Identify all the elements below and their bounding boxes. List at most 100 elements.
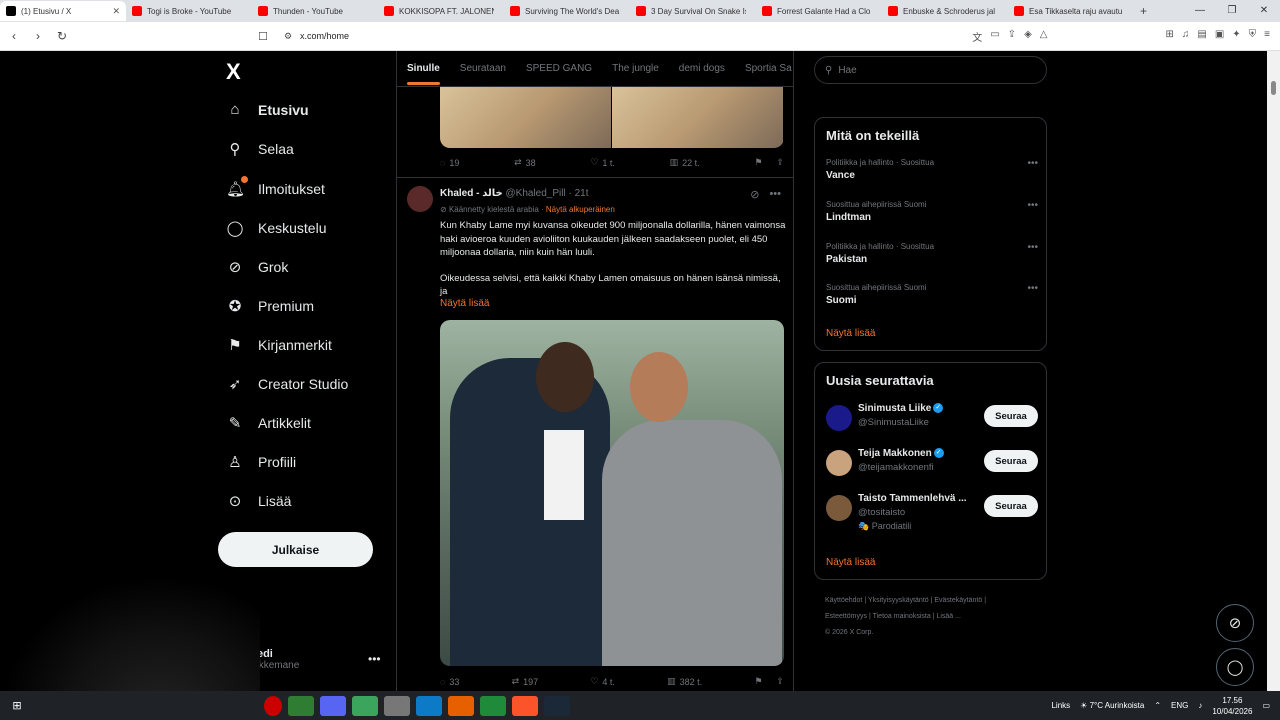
footer-link[interactable]: Käyttöehdot bbox=[825, 597, 862, 604]
maximize-icon[interactable]: ❐ bbox=[1216, 0, 1248, 22]
follow-button[interactable]: Seuraa bbox=[984, 495, 1038, 517]
sidebar-item-notifications[interactable]: 🔔︎ Ilmoitukset bbox=[226, 176, 325, 198]
menu-icon[interactable]: ≡ bbox=[1264, 29, 1270, 44]
avatar[interactable] bbox=[826, 495, 852, 521]
more-dots-icon[interactable]: ••• bbox=[1027, 283, 1038, 294]
footer-link[interactable]: Tietoa mainoksista bbox=[873, 613, 931, 620]
tab-list[interactable]: SPEED GANG bbox=[516, 63, 602, 74]
footer-link[interactable]: Yksityisyyskäytäntö bbox=[868, 597, 929, 604]
translate-icon[interactable]: 文 bbox=[972, 29, 982, 44]
share-icon[interactable]: ⇪ bbox=[776, 676, 784, 687]
bookmark-tweet-button[interactable]: ⚑ ⇪ bbox=[754, 676, 784, 687]
avatar[interactable] bbox=[826, 405, 852, 431]
rewards-icon[interactable]: △ bbox=[1040, 29, 1048, 44]
cast-icon[interactable]: ▭ bbox=[990, 29, 999, 44]
notification-center-icon[interactable]: ▭ bbox=[1262, 701, 1270, 710]
scrollbar[interactable] bbox=[1267, 51, 1280, 691]
sidebar-item-more[interactable]: ⊙ Lisää bbox=[226, 492, 292, 510]
sidebar-item-creator-studio[interactable]: ➶ Creator Studio bbox=[226, 375, 349, 393]
weather-widget[interactable]: ☀ 7°C Aurinkoista bbox=[1080, 701, 1144, 710]
footer-link[interactable]: Esteettömyys bbox=[825, 613, 867, 620]
like-button[interactable]: ♡ 4 t. bbox=[590, 676, 615, 687]
previous-tweet-media[interactable] bbox=[440, 87, 784, 148]
browser-tab[interactable]: Enbuske & Schroderus jal bbox=[882, 1, 1008, 21]
follow-suggestion[interactable]: Sinimusta Liike ✓ @SinimustaLiike Seuraa bbox=[826, 403, 1038, 439]
tab-list[interactable]: The jungle bbox=[602, 63, 669, 74]
x-logo-icon[interactable]: X bbox=[226, 59, 241, 85]
browser-tab[interactable]: 3 Day Survival On Snake Is bbox=[630, 1, 756, 21]
app-icon[interactable] bbox=[480, 695, 506, 716]
discord-icon[interactable] bbox=[320, 695, 346, 716]
trend-item[interactable]: Suosittua aihepiirissä Suomi Lindtman ••• bbox=[826, 200, 1038, 223]
minimize-icon[interactable]: — bbox=[1184, 0, 1216, 22]
follow-suggestion[interactable]: Teija Makkonen ✓ @teijamakkonenfi Seuraa bbox=[826, 448, 1038, 484]
opera-icon[interactable] bbox=[264, 695, 282, 716]
browser-tab[interactable]: Togi is Broke - YouTube bbox=[126, 1, 252, 21]
show-more-link[interactable]: Näytä lisää bbox=[826, 328, 875, 339]
bookmark-page-icon[interactable]: ☐ bbox=[258, 30, 268, 43]
extensions-icon[interactable]: ⊞ bbox=[1165, 29, 1173, 44]
app-icon[interactable] bbox=[352, 695, 378, 716]
views-button[interactable]: ▥ 22 t. bbox=[670, 157, 700, 168]
show-original-link[interactable]: Näytä alkuperäinen bbox=[546, 205, 615, 214]
sidebar-item-grok[interactable]: ⊘ Grok bbox=[226, 258, 289, 276]
steam-icon[interactable] bbox=[544, 695, 570, 716]
follow-button[interactable]: Seuraa bbox=[984, 405, 1038, 427]
more-dots-icon[interactable]: ••• bbox=[1027, 158, 1038, 169]
links-toolbar[interactable]: Links bbox=[1051, 701, 1070, 710]
repost-button[interactable]: ⇄ 38 bbox=[514, 157, 536, 168]
author-handle[interactable]: @Khaled_Pill bbox=[506, 188, 566, 199]
trend-item[interactable]: Politiikka ja hallinto · Suosittua Vance •… bbox=[826, 158, 1038, 181]
show-more-link[interactable]: Näytä lisää bbox=[826, 557, 875, 568]
search-input[interactable]: ⚲ Hae bbox=[814, 56, 1047, 84]
like-button[interactable]: ♡ 1 t. bbox=[590, 157, 615, 168]
reply-button[interactable]: ◌ 33 bbox=[440, 676, 459, 687]
sidebar-item-messages[interactable]: ◯ Keskustelu bbox=[226, 219, 327, 237]
chevron-up-icon[interactable]: ⌃ bbox=[1154, 701, 1161, 710]
more-dots-icon[interactable]: ••• bbox=[368, 652, 381, 666]
follow-button[interactable]: Seuraa bbox=[984, 450, 1038, 472]
sidebar-item-home[interactable]: ⌂ Etusivu bbox=[226, 101, 308, 118]
sidebar-item-explore[interactable]: ⚲ Selaa bbox=[226, 140, 294, 158]
avatar[interactable] bbox=[826, 450, 852, 476]
post-button[interactable]: Julkaise bbox=[218, 532, 373, 567]
new-tab-icon[interactable]: + bbox=[1140, 4, 1147, 18]
browser-tab[interactable]: Surviving The World's Dea bbox=[504, 1, 630, 21]
clock[interactable]: 17.56 10/04/2026 bbox=[1212, 695, 1252, 717]
trend-item[interactable]: Politiikka ja hallinto · Suosittua Pakist… bbox=[826, 242, 1038, 265]
share-icon[interactable]: ⇪ bbox=[1008, 29, 1016, 44]
author-name[interactable]: Khaled - خالد bbox=[440, 188, 503, 199]
chat-fab-icon[interactable]: ◯ bbox=[1216, 648, 1254, 686]
language-indicator[interactable]: ENG bbox=[1171, 701, 1188, 710]
sidebar-item-profile[interactable]: ♙ Profiili bbox=[226, 453, 296, 471]
music-icon[interactable]: ♫ bbox=[1182, 29, 1190, 44]
browser-tab[interactable]: Forrest Galante Had a Clo bbox=[756, 1, 882, 21]
app-icon[interactable] bbox=[288, 695, 314, 716]
sidebar-item-bookmarks[interactable]: ⚑ Kirjanmerkit bbox=[226, 336, 332, 354]
browser-tab[interactable]: Esa Tikkaselta raju avautu bbox=[1008, 1, 1134, 21]
tab-list[interactable]: Sportia Sa bbox=[735, 63, 793, 74]
tweet-photo[interactable] bbox=[440, 320, 784, 666]
grok-icon[interactable]: ⊘ bbox=[750, 188, 759, 201]
browser-tab[interactable]: (1) Etusivu / X ✕ bbox=[0, 1, 126, 21]
wallet-icon[interactable]: ▣ bbox=[1215, 29, 1224, 44]
browser-tab[interactable]: KOKKISOPA FT. JALONEN bbox=[378, 1, 504, 21]
app-icon[interactable] bbox=[384, 695, 410, 716]
footer-link[interactable]: Lisää ... bbox=[936, 613, 961, 620]
back-icon[interactable]: ‹ bbox=[4, 29, 24, 43]
share-icon[interactable]: ⇪ bbox=[776, 157, 784, 168]
repost-button[interactable]: ⇄ 197 bbox=[512, 676, 539, 687]
vpn-icon[interactable]: ⛨ bbox=[1249, 29, 1257, 44]
close-window-icon[interactable]: ✕ bbox=[1248, 0, 1280, 22]
reply-button[interactable]: ◌ 19 bbox=[440, 157, 459, 168]
start-icon[interactable]: ⊞ bbox=[3, 696, 31, 716]
footer-link[interactable]: Evästekäytäntö bbox=[934, 597, 982, 604]
site-settings-icon[interactable]: ⚙ bbox=[284, 31, 292, 42]
more-dots-icon[interactable]: ••• bbox=[769, 188, 781, 201]
volume-icon[interactable]: ♪ bbox=[1198, 701, 1202, 710]
shield-icon[interactable]: ◈ bbox=[1024, 29, 1032, 44]
sidebar-item-premium[interactable]: ✪ Premium bbox=[226, 297, 314, 315]
firefox-icon[interactable] bbox=[448, 695, 474, 716]
ai-icon[interactable]: ✦ bbox=[1232, 29, 1240, 44]
tab-list[interactable]: demi dogs bbox=[669, 63, 735, 74]
